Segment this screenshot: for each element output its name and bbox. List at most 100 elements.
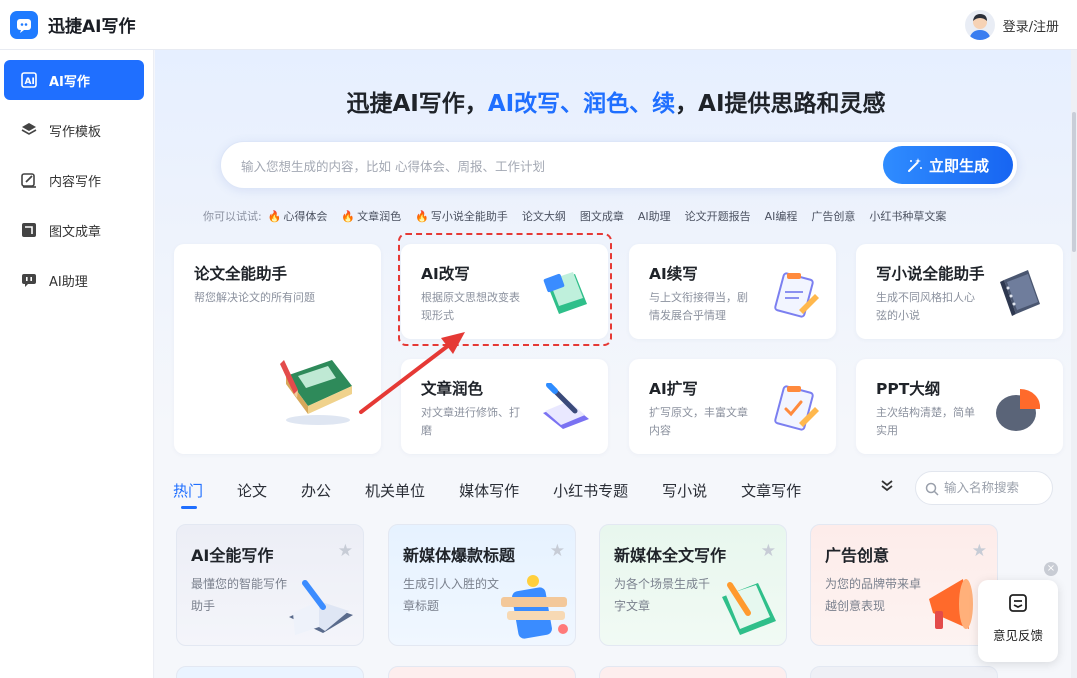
sidebar-item-assistant[interactable]: AI助理	[4, 260, 144, 300]
sidebar-item-label: AI助理	[49, 274, 88, 290]
feedback-button[interactable]: 意见反馈	[978, 580, 1058, 662]
try-item[interactable]: AI助理	[638, 208, 671, 224]
template-title: 新媒体全文写作	[614, 546, 727, 565]
star-icon[interactable]: ★	[550, 541, 565, 561]
try-item[interactable]: 🔥 心得体会	[268, 208, 328, 224]
card-title: 论文全能助手	[194, 265, 288, 283]
tab-article[interactable]: 文章写作	[741, 480, 801, 507]
megaphone-icon	[929, 579, 973, 629]
template-card-partial[interactable]	[388, 666, 576, 678]
feedback-icon	[1009, 594, 1027, 612]
notebook-icon	[1000, 270, 1040, 316]
sidebar-item-label: AI写作	[49, 74, 90, 90]
template-title: 广告创意	[825, 546, 890, 565]
sidebar-item-label: 图文成章	[49, 224, 102, 240]
template-card-partial[interactable]	[176, 666, 364, 678]
try-lead: 你可以试试:	[203, 210, 262, 223]
card-desc: 生成不同风格扣人心弦的小说	[876, 291, 975, 322]
try-item[interactable]: 🔥 文章润色	[341, 208, 401, 224]
template-card[interactable]: AI全能写作 最懂您的智能写作助手 ★	[176, 524, 364, 646]
phone-megaphone-icon	[501, 575, 568, 639]
top-bar: 迅捷AI写作 登录/注册	[0, 0, 1077, 50]
svg-text:AI: AI	[25, 77, 35, 87]
try-item[interactable]: 🔥 写小说全能助手	[415, 208, 508, 224]
card-desc: 主次结构清楚，简单实用	[876, 406, 975, 437]
tab-office[interactable]: 办公	[301, 480, 331, 507]
star-icon[interactable]: ★	[972, 541, 987, 561]
avatar[interactable]	[964, 10, 995, 40]
try-item[interactable]: 广告创意	[811, 208, 855, 224]
try-item[interactable]: AI编程	[765, 208, 798, 224]
template-icon	[20, 121, 38, 139]
category-search-input[interactable]	[944, 480, 1048, 495]
template-card[interactable]: 广告创意 为您的品牌带来卓越创意表现 ★	[810, 524, 998, 646]
tab-novel[interactable]: 写小说	[662, 480, 707, 507]
open-book-icon	[289, 580, 353, 635]
tab-thesis[interactable]: 论文	[237, 480, 267, 507]
try-item[interactable]: 论文开题报告	[685, 208, 751, 224]
fire-icon: 🔥	[341, 209, 356, 223]
scrollbar-thumb[interactable]	[1072, 112, 1076, 252]
sidebar-item-templates[interactable]: 写作模板	[4, 110, 144, 150]
generate-button[interactable]: 立即生成	[883, 146, 1013, 184]
try-item[interactable]: 小红书种草文案	[869, 208, 946, 224]
tab-government[interactable]: 机关单位	[365, 480, 425, 507]
template-desc: 最懂您的智能写作助手	[191, 577, 288, 613]
sidebar-item-content-write[interactable]: 内容写作	[4, 160, 144, 200]
card-desc: 扩写原文，丰富文章内容	[649, 406, 748, 437]
document-pen-icon	[722, 582, 776, 635]
category-search-box	[915, 471, 1053, 505]
login-register-link[interactable]: 登录/注册	[1003, 16, 1059, 35]
template-title: AI全能写作	[191, 546, 274, 565]
card-title: PPT大纲	[876, 380, 941, 398]
template-card[interactable]: 新媒体全文写作 为各个场景生成千字文章 ★	[599, 524, 787, 646]
app-logo-icon[interactable]	[10, 10, 38, 39]
assistant-icon	[20, 271, 38, 289]
scrollbar[interactable]	[1071, 50, 1077, 678]
hero-heading: 迅捷AI写作，AI改写、润色、续，AI提供思路和灵感	[346, 91, 886, 117]
template-desc: 为您的品牌带来卓越创意表现	[825, 577, 922, 613]
card-desc: 与上文衔接得当，剧情发展合乎情理	[649, 291, 748, 322]
feature-card-ppt[interactable]: PPT大纲 主次结构清楚，简单实用	[856, 359, 1063, 454]
feature-card-novel[interactable]: 写小说全能助手 生成不同风格扣人心弦的小说	[856, 244, 1063, 339]
template-desc: 为各个场景生成千字文章	[614, 577, 711, 613]
magic-wand-icon	[907, 158, 922, 172]
template-card-partial[interactable]	[599, 666, 787, 678]
star-icon[interactable]: ★	[761, 541, 776, 561]
try-item[interactable]: 图文成章	[580, 208, 624, 224]
tab-hot[interactable]: 热门	[173, 480, 203, 509]
search-icon	[925, 482, 939, 496]
content-write-icon	[20, 171, 38, 189]
sidebar-item-image-text[interactable]: 图文成章	[4, 210, 144, 250]
main-content: 迅捷AI写作，AI改写、润色、续，AI提供思路和灵感 立即生成 你可以试试: 🔥…	[155, 50, 1077, 678]
pie-chart-icon	[996, 388, 1041, 431]
feature-card-thesis[interactable]: 论文全能助手 帮您解决论文的所有问题	[174, 244, 381, 454]
generate-input[interactable]	[241, 155, 841, 177]
tab-xiaohongshu[interactable]: 小红书专题	[553, 480, 628, 507]
feature-card-expand[interactable]: AI扩写 扩写原文，丰富文章内容	[629, 359, 836, 454]
fire-icon: 🔥	[267, 209, 282, 223]
tab-media[interactable]: 媒体写作	[459, 480, 519, 507]
card-title: AI扩写	[649, 380, 698, 398]
sidebar-item-ai-write[interactable]: AI AI写作	[4, 60, 144, 100]
image-text-icon	[20, 221, 38, 239]
ai-write-icon: AI	[20, 71, 38, 89]
card-title: 写小说全能助手	[876, 265, 985, 283]
expand-clipboard-icon	[774, 385, 819, 431]
expand-tabs-icon[interactable]	[880, 478, 894, 496]
user-area[interactable]: 登录/注册	[964, 10, 1059, 40]
generate-search-box: 立即生成	[220, 141, 1018, 189]
red-arrow-icon	[359, 332, 465, 414]
feedback-label: 意见反馈	[992, 628, 1043, 643]
sidebar: AI AI写作 写作模板 内容写作 图文成章 AI助理	[0, 50, 154, 678]
card-title: AI续写	[649, 265, 698, 283]
close-icon[interactable]: ×	[1044, 562, 1058, 576]
feature-card-continue[interactable]: AI续写 与上文衔接得当，剧情发展合乎情理	[629, 244, 836, 339]
fire-icon: 🔥	[415, 209, 429, 223]
polish-pen-icon	[543, 383, 589, 429]
star-icon[interactable]: ★	[338, 541, 353, 561]
template-card[interactable]: 新媒体爆款标题 生成引人入胜的文章标题 ★	[388, 524, 576, 646]
try-item[interactable]: 论文大纲	[522, 208, 566, 224]
sidebar-item-label: 写作模板	[49, 124, 102, 140]
template-card-partial[interactable]	[810, 666, 998, 678]
